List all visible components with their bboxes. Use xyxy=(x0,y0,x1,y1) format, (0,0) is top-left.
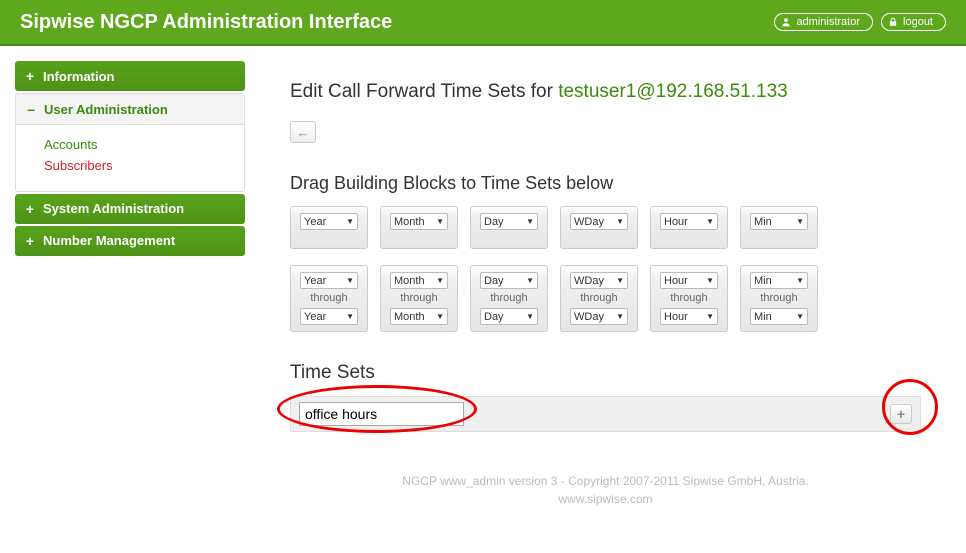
month-select[interactable]: Month▼ xyxy=(390,213,448,230)
footer-line1: NGCP www_admin version 3 - Copyright 200… xyxy=(290,472,921,490)
chevron-down-icon: ▼ xyxy=(796,276,804,285)
chevron-down-icon: ▼ xyxy=(346,217,354,226)
through-label: through xyxy=(490,293,527,304)
footer: NGCP www_admin version 3 - Copyright 200… xyxy=(290,472,921,508)
through-label: through xyxy=(310,293,347,304)
wday-to-select[interactable]: WDay▼ xyxy=(570,308,628,325)
add-timeset-button[interactable]: + xyxy=(890,404,912,424)
nav-link-accounts[interactable]: Accounts xyxy=(44,135,226,156)
month-from-select[interactable]: Month▼ xyxy=(390,272,448,289)
day-to-select[interactable]: Day▼ xyxy=(480,308,538,325)
through-label: through xyxy=(580,293,617,304)
wday-from-select[interactable]: WDay▼ xyxy=(570,272,628,289)
block-min-range[interactable]: Min▼ through Min▼ xyxy=(740,265,818,332)
topbar: Sipwise NGCP Administration Interface ad… xyxy=(0,0,966,46)
nav-item-system-administration[interactable]: + System Administration xyxy=(15,194,245,224)
day-from-select[interactable]: Day▼ xyxy=(480,272,538,289)
block-row-single: Year▼ Month▼ Day▼ WDay▼ Hour▼ Min▼ xyxy=(290,206,921,249)
hour-select[interactable]: Hour▼ xyxy=(660,213,718,230)
chevron-down-icon: ▼ xyxy=(436,217,444,226)
through-label: through xyxy=(760,293,797,304)
main-content: Edit Call Forward Time Sets for testuser… xyxy=(290,61,951,508)
chevron-down-icon: ▼ xyxy=(436,312,444,321)
chevron-down-icon: ▼ xyxy=(526,217,534,226)
lock-icon xyxy=(888,17,898,27)
user-label: administrator xyxy=(796,16,860,28)
nav-label: Number Management xyxy=(43,233,175,248)
chevron-down-icon: ▼ xyxy=(616,312,624,321)
sidebar: + Information – User Administration Acco… xyxy=(15,61,245,258)
plus-icon: + xyxy=(897,406,905,422)
block-hour[interactable]: Hour▼ xyxy=(650,206,728,249)
year-from-select[interactable]: Year▼ xyxy=(300,272,358,289)
chevron-down-icon: ▼ xyxy=(706,312,714,321)
block-month[interactable]: Month▼ xyxy=(380,206,458,249)
chevron-down-icon: ▼ xyxy=(616,217,624,226)
chevron-down-icon: ▼ xyxy=(706,276,714,285)
min-from-select[interactable]: Min▼ xyxy=(750,272,808,289)
year-select[interactable]: Year▼ xyxy=(300,213,358,230)
chevron-down-icon: ▼ xyxy=(796,217,804,226)
day-select[interactable]: Day▼ xyxy=(480,213,538,230)
through-label: through xyxy=(400,293,437,304)
page-title-prefix: Edit Call Forward Time Sets for xyxy=(290,81,558,102)
month-to-select[interactable]: Month▼ xyxy=(390,308,448,325)
block-year-range[interactable]: Year▼ through Year▼ xyxy=(290,265,368,332)
min-to-select[interactable]: Min▼ xyxy=(750,308,808,325)
block-wday-range[interactable]: WDay▼ through WDay▼ xyxy=(560,265,638,332)
hour-to-select[interactable]: Hour▼ xyxy=(660,308,718,325)
back-button[interactable]: ← xyxy=(290,121,316,143)
block-month-range[interactable]: Month▼ through Month▼ xyxy=(380,265,458,332)
chevron-down-icon: ▼ xyxy=(346,276,354,285)
nav-item-information[interactable]: + Information xyxy=(15,61,245,91)
block-row-range: Year▼ through Year▼ Month▼ through Month… xyxy=(290,265,921,332)
chevron-down-icon: ▼ xyxy=(526,276,534,285)
expand-icon: + xyxy=(25,233,35,249)
year-to-select[interactable]: Year▼ xyxy=(300,308,358,325)
logout-button[interactable]: logout xyxy=(881,13,946,31)
timeset-row: + xyxy=(290,396,921,432)
chevron-down-icon: ▼ xyxy=(436,276,444,285)
wday-select[interactable]: WDay▼ xyxy=(570,213,628,230)
nav-item-number-management[interactable]: + Number Management xyxy=(15,226,245,256)
nav-label: System Administration xyxy=(43,201,184,216)
timeset-name-input[interactable] xyxy=(299,402,464,426)
min-select[interactable]: Min▼ xyxy=(750,213,808,230)
nav-link-subscribers[interactable]: Subscribers xyxy=(44,156,226,177)
block-year[interactable]: Year▼ xyxy=(290,206,368,249)
chevron-down-icon: ▼ xyxy=(616,276,624,285)
chevron-down-icon: ▼ xyxy=(346,312,354,321)
arrow-left-icon: ← xyxy=(297,125,310,140)
subscriber-link[interactable]: testuser1@192.168.51.133 xyxy=(558,81,788,102)
app-title: Sipwise NGCP Administration Interface xyxy=(20,11,392,34)
block-day[interactable]: Day▼ xyxy=(470,206,548,249)
footer-line2: www.sipwise.com xyxy=(290,490,921,508)
through-label: through xyxy=(670,293,707,304)
user-pill[interactable]: administrator xyxy=(774,13,873,31)
nav-item-user-administration[interactable]: – User Administration xyxy=(15,93,245,125)
chevron-down-icon: ▼ xyxy=(796,312,804,321)
user-icon xyxy=(781,17,791,27)
layout: + Information – User Administration Acco… xyxy=(0,46,966,523)
building-blocks-heading: Drag Building Blocks to Time Sets below xyxy=(290,173,921,194)
topbar-right: administrator logout xyxy=(774,13,946,31)
block-hour-range[interactable]: Hour▼ through Hour▼ xyxy=(650,265,728,332)
nav-label: Information xyxy=(43,69,115,84)
hour-from-select[interactable]: Hour▼ xyxy=(660,272,718,289)
page-title: Edit Call Forward Time Sets for testuser… xyxy=(290,81,921,103)
expand-icon: + xyxy=(25,68,35,84)
chevron-down-icon: ▼ xyxy=(526,312,534,321)
collapse-icon: – xyxy=(26,101,36,117)
logout-label: logout xyxy=(903,16,933,28)
expand-icon: + xyxy=(25,201,35,217)
block-min[interactable]: Min▼ xyxy=(740,206,818,249)
block-day-range[interactable]: Day▼ through Day▼ xyxy=(470,265,548,332)
timesets-heading: Time Sets xyxy=(290,362,921,384)
nav-label: User Administration xyxy=(44,102,168,117)
nav-sub-user-admin: Accounts Subscribers xyxy=(15,125,245,192)
chevron-down-icon: ▼ xyxy=(706,217,714,226)
block-wday[interactable]: WDay▼ xyxy=(560,206,638,249)
